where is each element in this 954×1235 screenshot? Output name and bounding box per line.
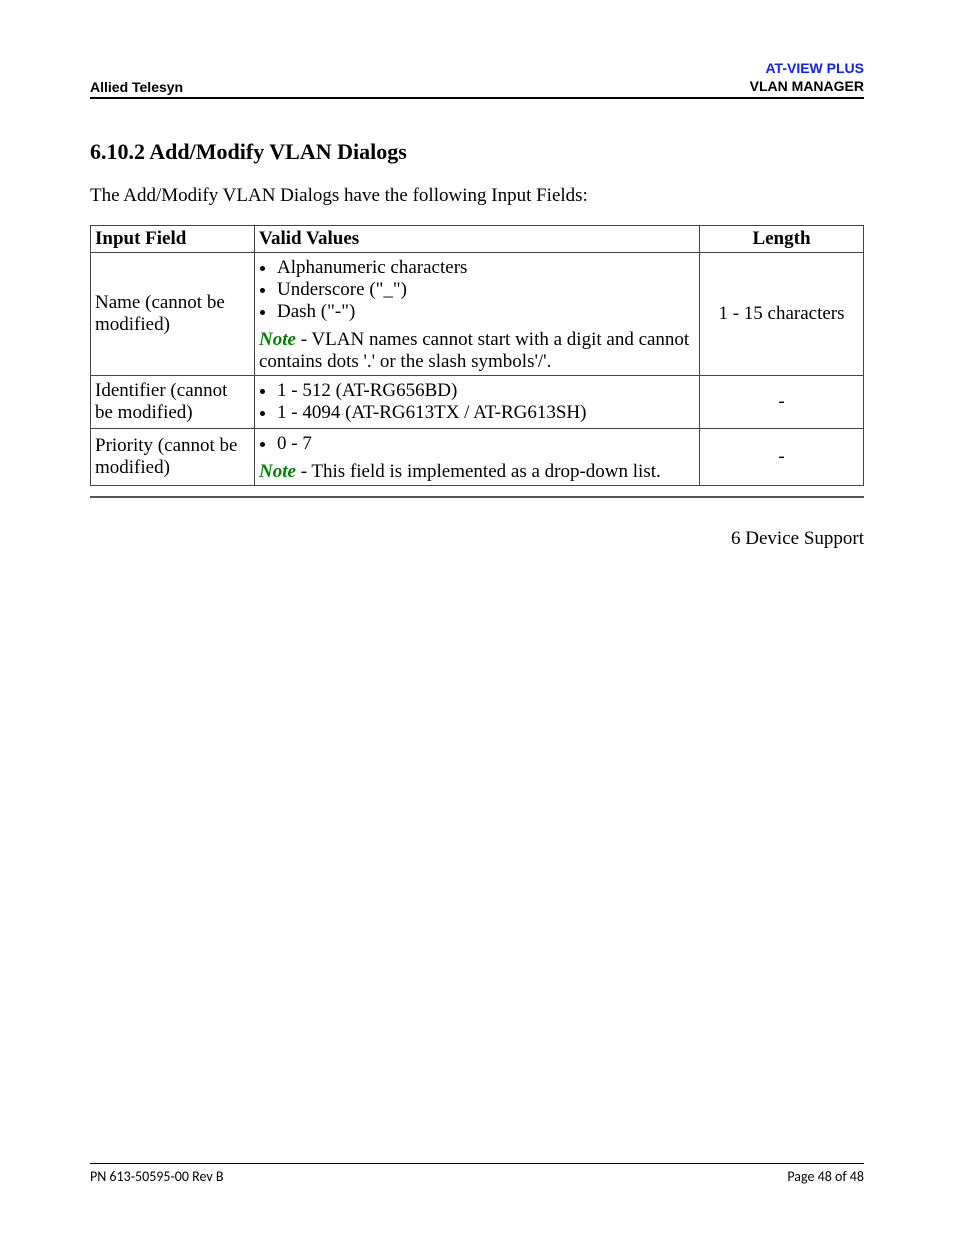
list-item: 0 - 7 [277,433,695,455]
chapter-link: 6 Device Support [90,528,864,550]
list-item: Dash ("-") [277,301,695,323]
table-row: Identifier (cannot be modified) 1 - 512 … [91,376,864,429]
th-valid-values: Valid Values [255,226,700,253]
cell-values-priority: 0 - 7 Note - This field is implemented a… [255,429,700,486]
header-product-line2: VLAN MANAGER [750,78,864,94]
th-input-field: Input Field [91,226,255,253]
cell-field-priority: Priority (cannot be modified) [91,429,255,486]
header-company: Allied Telesyn [90,79,183,95]
note-block: Note - VLAN names cannot start with a di… [259,329,695,373]
cell-values-identifier: 1 - 512 (AT-RG656BD) 1 - 4094 (AT-RG613T… [255,376,700,429]
section-title: 6.10.2 Add/Modify VLAN Dialogs [90,139,864,165]
table-row: Name (cannot be modified) Alphanumeric c… [91,253,864,376]
input-fields-table: Input Field Valid Values Length Name (ca… [90,225,864,486]
footer-page-number: Page 48 of 48 [787,1168,864,1185]
cell-field-name: Name (cannot be modified) [91,253,255,376]
document-page: Allied Telesyn AT-VIEW PLUS VLAN MANAGER… [0,0,954,1235]
note-text: - This field is implemented as a drop-do… [296,461,661,482]
table-header-row: Input Field Valid Values Length [91,226,864,253]
cell-values-name: Alphanumeric characters Underscore ("_")… [255,253,700,376]
header-product: AT-VIEW PLUS VLAN MANAGER [750,60,864,95]
cell-field-identifier: Identifier (cannot be modified) [91,376,255,429]
footer-part-number: PN 613-50595-00 Rev B [90,1168,224,1185]
header-product-line1: AT-VIEW PLUS [765,60,864,76]
list-item: 1 - 4094 (AT-RG613TX / AT-RG613SH) [277,402,695,424]
page-header: Allied Telesyn AT-VIEW PLUS VLAN MANAGER [90,60,864,99]
page-footer: PN 613-50595-00 Rev B Page 48 of 48 [90,1163,864,1185]
note-label: Note [259,461,296,482]
note-label: Note [259,329,296,350]
bullet-list: Alphanumeric characters Underscore ("_")… [277,257,695,323]
th-length: Length [700,226,864,253]
cell-length-identifier: - [700,376,864,429]
note-block: Note - This field is implemented as a dr… [259,461,695,483]
cell-length-name: 1 - 15 characters [700,253,864,376]
intro-paragraph: The Add/Modify VLAN Dialogs have the fol… [90,185,864,207]
note-text: - VLAN names cannot start with a digit a… [259,329,689,372]
bullet-list: 0 - 7 [277,433,695,455]
section-separator [90,496,864,498]
bullet-list: 1 - 512 (AT-RG656BD) 1 - 4094 (AT-RG613T… [277,380,695,424]
cell-length-priority: - [700,429,864,486]
list-item: Alphanumeric characters [277,257,695,279]
list-item: 1 - 512 (AT-RG656BD) [277,380,695,402]
table-row: Priority (cannot be modified) 0 - 7 Note… [91,429,864,486]
list-item: Underscore ("_") [277,279,695,301]
